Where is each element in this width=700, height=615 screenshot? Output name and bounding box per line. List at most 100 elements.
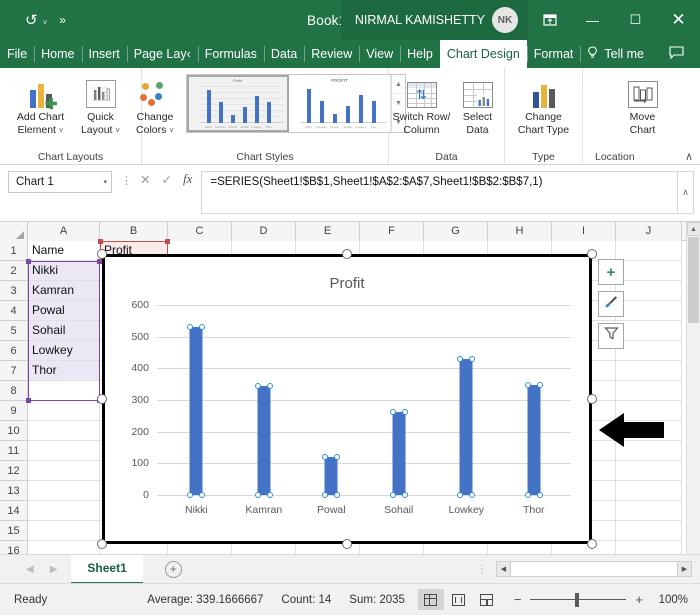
row-header-14[interactable]: 14: [0, 501, 28, 521]
hscroll-right-icon[interactable]: ▶: [677, 561, 692, 577]
bar-kamran[interactable]: [257, 385, 271, 495]
row-header-12[interactable]: 12: [0, 461, 28, 481]
row-header-8[interactable]: 8: [0, 381, 28, 401]
cell-A10[interactable]: [28, 421, 100, 441]
row-header-5[interactable]: 5: [0, 321, 28, 341]
bar-sohail[interactable]: [392, 412, 406, 495]
account-area[interactable]: NIRMAL KAMISHETTY NK: [340, 0, 528, 40]
row-header-9[interactable]: 9: [0, 401, 28, 421]
row-header-6[interactable]: 6: [0, 341, 28, 361]
chart-handle-bottom-right[interactable]: [587, 539, 597, 549]
name-box-caret-icon[interactable]: ▾: [103, 178, 107, 186]
normal-view-button[interactable]: [417, 589, 444, 610]
tab-help[interactable]: Help: [400, 40, 440, 68]
cell-A3[interactable]: Kamran: [28, 281, 100, 301]
cell-J3[interactable]: [616, 281, 682, 301]
status-average[interactable]: Average: 339.1666667: [147, 594, 263, 606]
tab-file[interactable]: File: [0, 40, 34, 68]
cell-A14[interactable]: [28, 501, 100, 521]
insert-function-icon[interactable]: fx: [183, 171, 192, 187]
cell-A15[interactable]: [28, 521, 100, 541]
row-header-7[interactable]: 7: [0, 361, 28, 381]
bar-nikki[interactable]: [189, 327, 203, 495]
column-header-I[interactable]: I: [552, 222, 616, 241]
chart-plot-area[interactable]: 0 100 200 300 400 500 600 Nikki Kamran P…: [131, 299, 571, 516]
add-chart-element-button[interactable]: ✚ Add Chart Element ˅: [11, 73, 71, 137]
chart-handle-bottom-center[interactable]: [342, 539, 352, 549]
chart-styles-button[interactable]: [598, 291, 624, 317]
column-header-J[interactable]: J: [616, 222, 682, 241]
tab-split-handle[interactable]: ⋮: [477, 564, 496, 575]
change-colors-button[interactable]: Change Colors ˅: [124, 73, 186, 137]
tab-insert[interactable]: Insert: [81, 40, 127, 68]
chart-object[interactable]: Profit 0 100 200 300 400 500 600 Nikki K…: [102, 254, 592, 544]
avatar[interactable]: NK: [492, 7, 518, 33]
page-break-preview-button[interactable]: [474, 589, 500, 610]
row-header-13[interactable]: 13: [0, 481, 28, 501]
row-header-2[interactable]: 2: [0, 261, 28, 281]
scroll-up-icon[interactable]: ▲: [686, 222, 700, 236]
cell-J8[interactable]: [616, 381, 682, 401]
tab-chart-design[interactable]: Chart Design: [439, 40, 527, 68]
chart-handle-top-center[interactable]: [342, 249, 352, 259]
tab-formulas[interactable]: Formulas: [197, 40, 264, 68]
cell-A12[interactable]: [28, 461, 100, 481]
chart-handle-middle-left[interactable]: [97, 394, 107, 404]
vertical-scrollbar[interactable]: ▲: [686, 222, 700, 554]
bar-powal[interactable]: [324, 457, 338, 495]
zoom-slider-thumb[interactable]: [574, 592, 579, 607]
cell-J2[interactable]: [616, 261, 682, 281]
next-sheet-icon[interactable]: ▶: [50, 564, 58, 575]
page-layout-view-button[interactable]: [446, 589, 472, 610]
cancel-formula-icon[interactable]: ✕: [140, 172, 150, 187]
move-chart-button[interactable]: Move Chart: [615, 73, 671, 136]
close-button[interactable]: ✕: [657, 0, 700, 40]
cell-A8[interactable]: [28, 381, 100, 401]
change-chart-type-button[interactable]: Change Chart Type: [509, 73, 579, 136]
formula-input[interactable]: =SERIES(Sheet1!$B$1,Sheet1!$A$2:$A$7,She…: [201, 171, 677, 214]
column-header-H[interactable]: H: [488, 222, 552, 241]
cell-A16[interactable]: [28, 541, 100, 554]
cell-A5[interactable]: Sohail: [28, 321, 100, 341]
cell-A13[interactable]: [28, 481, 100, 501]
vertical-scroll-thumb[interactable]: [688, 237, 699, 323]
tab-page-layout[interactable]: Page Lay‹: [126, 40, 198, 68]
cell-A1[interactable]: Name: [28, 241, 100, 261]
undo-icon[interactable]: ↺: [22, 9, 41, 32]
cell-J7[interactable]: [616, 361, 682, 381]
row-header-3[interactable]: 3: [0, 281, 28, 301]
column-header-G[interactable]: G: [424, 222, 488, 241]
zoom-slider[interactable]: [530, 592, 627, 607]
expand-formula-bar-icon[interactable]: ∧: [677, 171, 694, 214]
cell-J15[interactable]: [616, 521, 682, 541]
previous-sheet-icon[interactable]: ◀: [26, 564, 34, 575]
status-count[interactable]: Count: 14: [281, 594, 331, 606]
tab-data[interactable]: Data: [263, 40, 304, 68]
tell-me-box[interactable]: Tell me: [580, 40, 651, 68]
cell-J1[interactable]: [616, 241, 682, 261]
row-header-11[interactable]: 11: [0, 441, 28, 461]
zoom-in-button[interactable]: +: [635, 593, 643, 606]
cell-A11[interactable]: [28, 441, 100, 461]
column-header-F[interactable]: F: [360, 222, 424, 241]
cell-J5[interactable]: [616, 321, 682, 341]
tab-format[interactable]: Format: [526, 40, 581, 68]
switch-row-column-button[interactable]: ⇅ Switch Row/ Column: [391, 73, 453, 136]
status-sum[interactable]: Sum: 2035: [349, 594, 405, 606]
column-header-D[interactable]: D: [232, 222, 296, 241]
ribbon-display-options-icon[interactable]: [528, 0, 571, 40]
column-header-E[interactable]: E: [296, 222, 360, 241]
add-sheet-button[interactable]: +: [164, 560, 182, 578]
name-box[interactable]: Chart 1 ▾: [8, 171, 112, 193]
hscroll-track[interactable]: [511, 561, 677, 577]
bar-thor[interactable]: [527, 384, 541, 495]
undo-dropdown-caret-icon[interactable]: ˅: [43, 14, 48, 27]
cell-J4[interactable]: [616, 301, 682, 321]
zoom-level-label[interactable]: 100%: [652, 594, 688, 606]
chart-handle-top-right[interactable]: [587, 249, 597, 259]
cell-J12[interactable]: [616, 461, 682, 481]
enter-formula-icon[interactable]: ✓: [161, 172, 171, 187]
cell-J14[interactable]: [616, 501, 682, 521]
chart-handle-bottom-left[interactable]: [97, 539, 107, 549]
cell-J13[interactable]: [616, 481, 682, 501]
